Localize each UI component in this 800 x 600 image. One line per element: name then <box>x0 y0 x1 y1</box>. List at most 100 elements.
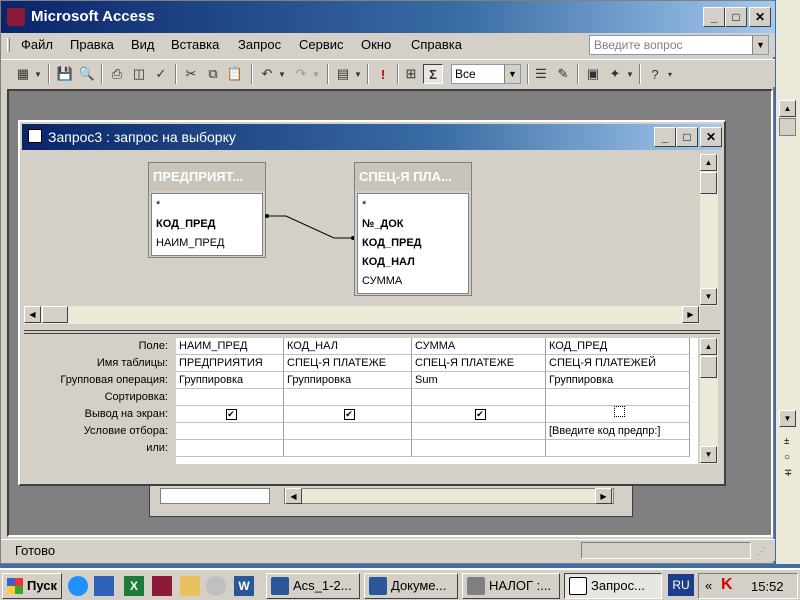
chevron-down-icon[interactable]: ▼ <box>752 36 768 54</box>
grid-cell-table[interactable]: ПРЕДПРИЯТИЯ <box>176 355 284 372</box>
grid-cell-field[interactable]: КОД_НАЛ <box>284 338 412 355</box>
grid-cell-criteria[interactable] <box>284 423 412 440</box>
run-icon[interactable]: ! <box>373 64 393 84</box>
query-type-dropdown-icon[interactable]: ▼ <box>353 64 363 84</box>
query-maximize-button[interactable]: □ <box>676 127 698 147</box>
language-indicator[interactable]: RU <box>668 574 694 596</box>
field-item[interactable]: * <box>156 196 258 215</box>
spelling-icon[interactable]: ✓ <box>151 64 171 84</box>
grid-cell-sort[interactable] <box>412 389 546 406</box>
background-window-scrollbar[interactable]: ▲ ▼ ± ○ ∓ <box>776 0 800 564</box>
scroll-left-button[interactable]: ◀ <box>24 306 41 323</box>
help-icon[interactable]: ? <box>645 64 665 84</box>
scroll-left-button[interactable]: ◀ <box>285 488 302 504</box>
database-window-icon[interactable]: ▣ <box>583 64 603 84</box>
word-icon[interactable]: W <box>234 576 254 596</box>
close-button[interactable]: ✕ <box>749 7 771 27</box>
query-minimize-button[interactable]: _ <box>654 127 676 147</box>
grid-cell-total[interactable]: Группировка <box>284 372 412 389</box>
scroll-thumb[interactable] <box>700 172 717 194</box>
pane-splitter[interactable] <box>24 330 720 334</box>
grid-cell-table[interactable]: СПЕЦ-Я ПЛАТЕЖЕ <box>412 355 546 372</box>
grid-cell-table[interactable]: СПЕЦ-Я ПЛАТЕЖЕЙ <box>546 355 690 372</box>
undo-icon[interactable]: ↶ <box>257 64 277 84</box>
search-icon[interactable]: 🔍 <box>77 64 97 84</box>
resize-grip-icon[interactable]: ⋰ <box>757 546 766 557</box>
grid-cell-field[interactable]: НАИМ_ПРЕД <box>176 338 284 355</box>
print-preview-icon[interactable]: ◫ <box>129 64 149 84</box>
scroll-thumb[interactable] <box>42 306 68 323</box>
tray-expand-icon[interactable]: « <box>705 578 712 593</box>
taskbar-button-document[interactable]: Докуме... <box>364 573 458 599</box>
scroll-down-button[interactable]: ▼ <box>779 410 796 427</box>
maximize-button[interactable]: □ <box>725 7 747 27</box>
query-type-icon[interactable]: ▤ <box>333 64 353 84</box>
scroll-up-button[interactable]: ▲ <box>700 338 717 355</box>
clock[interactable]: 15:52 <box>751 579 784 594</box>
paste-icon[interactable]: 📋 <box>225 64 245 84</box>
table-spec-title[interactable]: СПЕЦ-Я ПЛА... <box>355 163 471 191</box>
table-predpriyatiya[interactable]: ПРЕДПРИЯТ... * КОД_ПРЕД НАИМ_ПРЕД <box>148 162 266 258</box>
save-icon[interactable]: 💾 <box>55 64 75 84</box>
menu-file[interactable]: Файл <box>21 37 53 52</box>
field-item[interactable]: СУММА <box>362 272 464 291</box>
grid-cell-or[interactable] <box>284 440 412 457</box>
grid-cell-total[interactable]: Группировка <box>176 372 284 389</box>
table-pane-hscroll[interactable]: ◀ ▶ <box>24 306 700 324</box>
antivirus-icon[interactable]: K <box>721 576 733 594</box>
scroll-down-button[interactable]: ▼ <box>700 288 717 305</box>
scroll-thumb[interactable] <box>700 356 717 378</box>
field-item[interactable]: НАИМ_ПРЕД <box>156 234 258 253</box>
grid-cell-sort[interactable] <box>546 389 690 406</box>
help-question-box[interactable]: Введите вопрос ▼ <box>589 35 769 55</box>
checkbox-checked-icon[interactable]: ✔ <box>474 409 486 420</box>
properties-icon[interactable]: ☰ <box>531 64 551 84</box>
menu-edit[interactable]: Правка <box>70 37 114 52</box>
outlook-icon[interactable] <box>94 576 114 596</box>
grid-cell-show[interactable]: ✔ <box>412 406 546 423</box>
menu-help[interactable]: Справка <box>411 37 462 52</box>
grid-cell-table[interactable]: СПЕЦ-Я ПЛАТЕЖЕ <box>284 355 412 372</box>
toolbar-options-icon[interactable]: ▾ <box>665 64 675 84</box>
next-page-icon[interactable]: ∓ <box>784 468 792 479</box>
view-dropdown-icon[interactable]: ▼ <box>33 64 43 84</box>
select-browse-icon[interactable]: ○ <box>784 452 790 463</box>
undo-dropdown-icon[interactable]: ▼ <box>277 64 287 84</box>
cut-icon[interactable]: ✂ <box>181 64 201 84</box>
field-item[interactable]: КОД_ПРЕД <box>156 215 258 234</box>
table-predpriyatiya-title[interactable]: ПРЕДПРИЯТ... <box>149 163 265 191</box>
checkbox-unchecked-icon[interactable] <box>613 406 625 417</box>
excel-icon[interactable]: X <box>124 576 144 596</box>
background-scrollbar[interactable]: ◀ ▶ <box>284 488 614 504</box>
grid-cell-or[interactable] <box>546 440 690 457</box>
view-grid-icon[interactable]: ▦ <box>13 64 33 84</box>
field-item[interactable]: КОД_НАЛ <box>362 253 464 272</box>
menu-window[interactable]: Окно <box>361 37 391 52</box>
grid-cell-show[interactable]: ✔ <box>176 406 284 423</box>
checkbox-checked-icon[interactable]: ✔ <box>225 409 237 420</box>
grid-cell-show[interactable] <box>546 406 690 423</box>
grid-cell-show[interactable]: ✔ <box>284 406 412 423</box>
grid-cell-sort[interactable] <box>176 389 284 406</box>
grid-cell-total[interactable]: Sum <box>412 372 546 389</box>
grid-cell-total[interactable]: Группировка <box>546 372 690 389</box>
taskbar-button-query[interactable]: Запрос... <box>564 573 662 599</box>
table-spec-platezhey[interactable]: СПЕЦ-Я ПЛА... * №_ДОК КОД_ПРЕД КОД_НАЛ С… <box>354 162 472 296</box>
internet-explorer-icon[interactable] <box>68 576 88 596</box>
redo-icon[interactable]: ↷ <box>291 64 311 84</box>
access-quicklaunch-icon[interactable] <box>152 576 172 596</box>
scroll-up-button[interactable]: ▲ <box>700 154 717 171</box>
scroll-down-button[interactable]: ▼ <box>700 446 717 463</box>
field-item[interactable]: КОД_ПРЕД <box>362 234 464 253</box>
scroll-right-button[interactable]: ▶ <box>682 306 699 323</box>
grid-cell-criteria[interactable] <box>176 423 284 440</box>
top-values-combo[interactable]: Все ▼ <box>451 64 521 84</box>
folder-icon[interactable] <box>180 576 200 596</box>
grid-next-column[interactable] <box>690 338 698 464</box>
grid-cell-sort[interactable] <box>284 389 412 406</box>
field-item[interactable]: №_ДОК <box>362 215 464 234</box>
menu-insert[interactable]: Вставка <box>171 37 219 52</box>
table-pane-vscroll[interactable]: ▲ ▼ <box>700 154 718 306</box>
menu-view[interactable]: Вид <box>131 37 155 52</box>
minimize-button[interactable]: _ <box>703 7 725 27</box>
